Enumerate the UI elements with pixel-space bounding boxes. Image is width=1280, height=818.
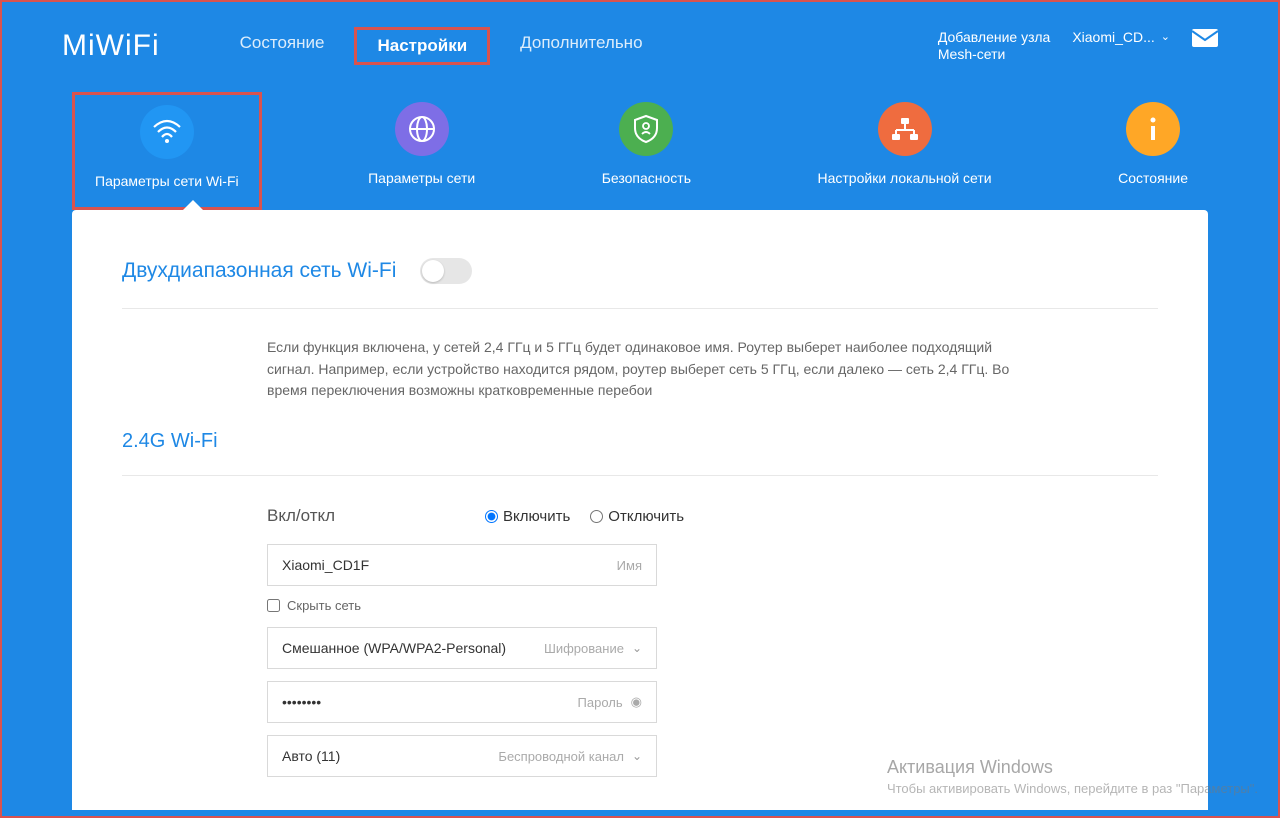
- header-right: Добавление узла Mesh-сети Xiaomi_CD... ⌄: [938, 29, 1218, 64]
- wifi24-form: Вкл/откл Включить Отключить Xiaomi_CD1F …: [122, 506, 1158, 777]
- subnav-network[interactable]: Параметры сети: [348, 92, 495, 210]
- encryption-hint: Шифрование: [544, 641, 624, 656]
- radio-enable[interactable]: Включить: [485, 508, 570, 525]
- subnav-network-label: Параметры сети: [368, 170, 475, 186]
- nav-advanced[interactable]: Дополнительно: [500, 27, 662, 65]
- radio-disable[interactable]: Отключить: [590, 508, 684, 525]
- onoff-label: Вкл/откл: [267, 506, 457, 526]
- password-hint: Пароль: [578, 695, 623, 710]
- add-mesh-node[interactable]: Добавление узла Mesh-сети: [938, 29, 1050, 64]
- hide-ssid-checkbox[interactable]: [267, 599, 280, 612]
- header: MiWiFi Состояние Настройки Дополнительно…: [2, 2, 1278, 72]
- chevron-down-icon: ⌄: [1161, 30, 1170, 43]
- encryption-field[interactable]: Смешанное (WPA/WPA2-Personal) Шифрование…: [267, 627, 657, 669]
- dualband-row: Двухдиапазонная сеть Wi-Fi: [122, 258, 1158, 309]
- radio-disable-input[interactable]: [590, 510, 603, 523]
- settings-panel: Двухдиапазонная сеть Wi-Fi Если функция …: [72, 210, 1208, 810]
- nav-status[interactable]: Состояние: [220, 27, 345, 65]
- radio-enable-input[interactable]: [485, 510, 498, 523]
- encryption-value: Смешанное (WPA/WPA2-Personal): [282, 640, 506, 656]
- subnav-security[interactable]: Безопасность: [582, 92, 711, 210]
- main-nav: Состояние Настройки Дополнительно: [220, 27, 663, 65]
- dualband-title: Двухдиапазонная сеть Wi-Fi: [122, 259, 396, 283]
- subnav-status[interactable]: Состояние: [1098, 92, 1208, 210]
- channel-value: Авто (11): [282, 748, 340, 764]
- channel-field[interactable]: Авто (11) Беспроводной канал ⌄: [267, 735, 657, 777]
- device-dropdown[interactable]: Xiaomi_CD... ⌄: [1072, 29, 1170, 45]
- subnav-lan-label: Настройки локальной сети: [818, 170, 992, 186]
- onoff-row: Вкл/откл Включить Отключить: [267, 506, 1158, 526]
- subnav-wifi[interactable]: Параметры сети Wi-Fi: [72, 92, 262, 210]
- subnav-status-label: Состояние: [1118, 170, 1188, 186]
- hide-ssid-label: Скрыть сеть: [287, 598, 361, 613]
- wifi-icon: [140, 105, 194, 159]
- ssid-value: Xiaomi_CD1F: [282, 557, 369, 573]
- globe-icon: [395, 102, 449, 156]
- ssid-field[interactable]: Xiaomi_CD1F Имя: [267, 544, 657, 586]
- subnav-wifi-label: Параметры сети Wi-Fi: [95, 173, 239, 189]
- lan-icon: [878, 102, 932, 156]
- hide-ssid-row[interactable]: Скрыть сеть: [267, 598, 1158, 613]
- mail-icon[interactable]: [1192, 29, 1218, 47]
- radio-disable-label: Отключить: [608, 508, 684, 525]
- dualband-description: Если функция включена, у сетей 2,4 ГГц и…: [122, 309, 1022, 430]
- dualband-toggle[interactable]: [420, 258, 472, 284]
- windows-activation-watermark: Активация Windows Чтобы активировать Win…: [887, 755, 1258, 798]
- radio-enable-label: Включить: [503, 508, 570, 525]
- password-field[interactable]: •••••••• Пароль ◉: [267, 681, 657, 723]
- chevron-down-icon: ⌄: [632, 749, 642, 763]
- nav-settings[interactable]: Настройки: [354, 27, 490, 65]
- shield-icon: [619, 102, 673, 156]
- subnav-security-label: Безопасность: [602, 170, 691, 186]
- subnav-lan[interactable]: Настройки локальной сети: [798, 92, 1012, 210]
- watermark-body: Чтобы активировать Windows, перейдите в …: [887, 780, 1258, 798]
- device-name: Xiaomi_CD...: [1072, 29, 1154, 45]
- wifi24-title: 2.4G Wi-Fi: [122, 430, 1158, 476]
- watermark-title: Активация Windows: [887, 755, 1258, 780]
- logo: MiWiFi: [62, 29, 160, 63]
- settings-subnav: Параметры сети Wi-Fi Параметры сети Безо…: [2, 72, 1278, 210]
- password-value: ••••••••: [282, 694, 321, 710]
- eye-icon[interactable]: ◉: [631, 694, 642, 710]
- channel-hint: Беспроводной канал: [498, 749, 624, 764]
- ssid-hint: Имя: [617, 558, 642, 573]
- chevron-down-icon: ⌄: [632, 641, 642, 655]
- panel-arrow-icon: [182, 200, 204, 211]
- info-icon: [1126, 102, 1180, 156]
